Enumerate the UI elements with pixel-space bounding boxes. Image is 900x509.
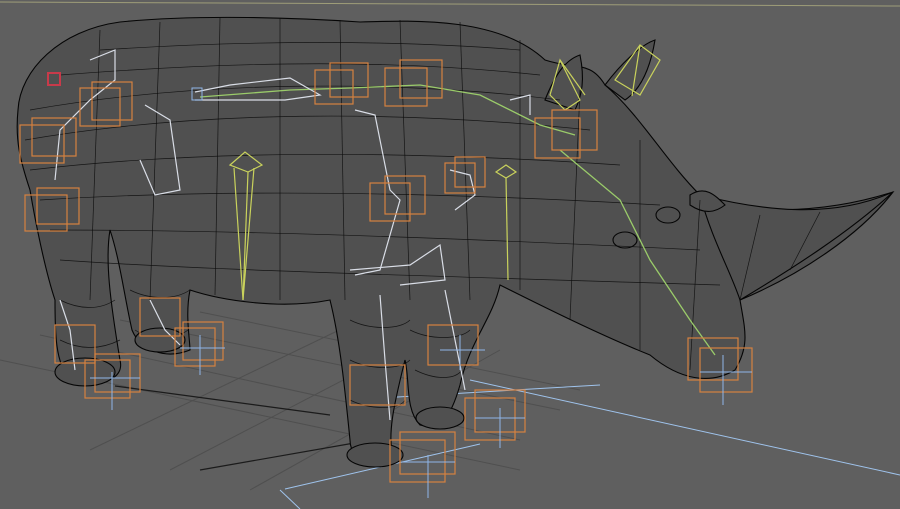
rhino-mesh[interactable]: [16, 16, 895, 466]
viewport-scene[interactable]: [0, 0, 900, 509]
3d-viewport[interactable]: [0, 0, 900, 509]
viewport-top-edge: [0, 1, 900, 7]
rhino-eye: [612, 231, 638, 249]
